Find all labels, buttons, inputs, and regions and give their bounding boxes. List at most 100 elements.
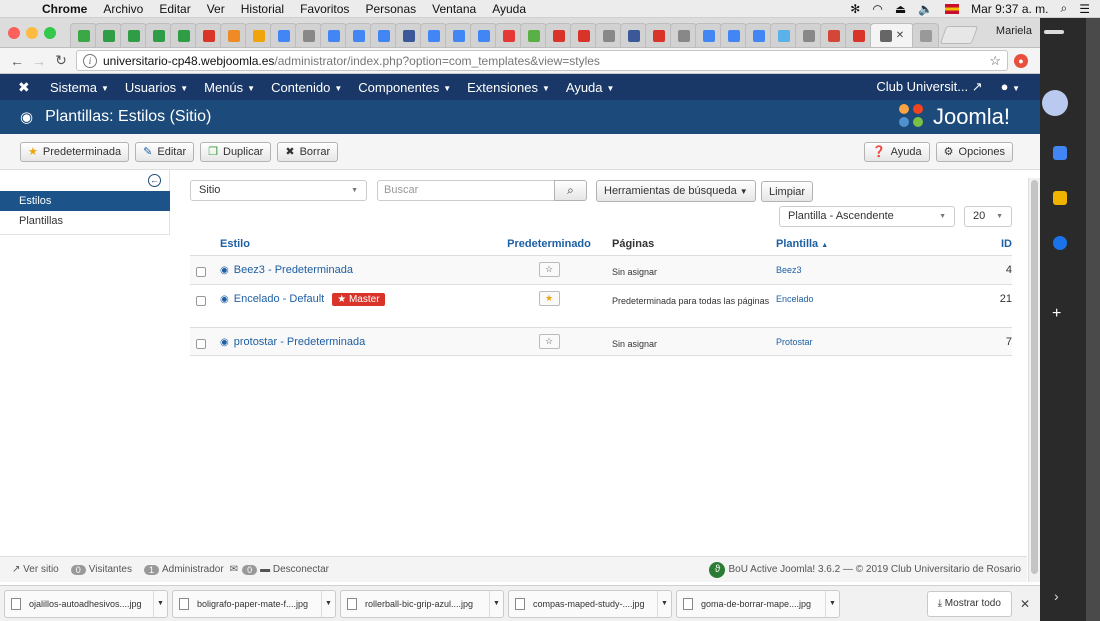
menu-archivo[interactable]: Archivo	[103, 2, 143, 16]
set-default-star-icon[interactable]: ☆	[538, 262, 560, 277]
browser-tab[interactable]	[120, 23, 147, 47]
bookmark-star-icon[interactable]: ☆	[989, 53, 1001, 69]
menu-favoritos[interactable]: Favoritos	[300, 2, 349, 16]
row-checkbox[interactable]	[196, 339, 206, 349]
menu-ventana[interactable]: Ventana	[432, 2, 476, 16]
help-button[interactable]: ❓ Ayuda	[863, 141, 930, 162]
browser-tab[interactable]	[420, 23, 447, 47]
menu-personas[interactable]: Personas	[365, 2, 416, 16]
duplicate-button[interactable]: ❐ Duplicar	[200, 141, 272, 162]
delete-button[interactable]: ✖ Borrar	[277, 141, 339, 162]
browser-tab[interactable]	[320, 23, 347, 47]
browser-tab[interactable]	[295, 23, 322, 47]
menu-sistema[interactable]: Sistema ▼	[50, 80, 109, 95]
col-id[interactable]: ID	[982, 238, 1012, 250]
app-menu[interactable]: Chrome	[42, 2, 87, 16]
browser-tab[interactable]	[695, 23, 722, 47]
options-button[interactable]: ⚙ Opciones	[935, 141, 1013, 162]
logout-link[interactable]: ▬ Desconectar	[260, 564, 329, 575]
style-link[interactable]: protostar - Predeterminada	[234, 336, 365, 348]
avatar[interactable]	[1042, 90, 1068, 116]
client-select[interactable]: Sitio ▼	[190, 180, 367, 201]
flag-icon[interactable]	[945, 3, 960, 14]
download-item[interactable]: ojalillos-autoadhesivos....jpg ▼	[4, 589, 168, 618]
browser-tab[interactable]	[70, 23, 97, 47]
tab-scales[interactable]	[912, 23, 939, 47]
search-input[interactable]: Buscar	[377, 180, 555, 201]
new-tab-button[interactable]	[939, 26, 979, 44]
chevron-down-icon[interactable]: ▼	[153, 590, 167, 617]
browser-tab[interactable]	[495, 23, 522, 47]
notifications-icon[interactable]: ☰	[1079, 2, 1090, 16]
close-downloads-icon[interactable]: ✕	[1020, 597, 1030, 611]
browser-tab[interactable]	[445, 23, 472, 47]
browser-tab[interactable]	[245, 23, 272, 47]
col-style[interactable]: Estilo	[220, 238, 486, 250]
limit-select[interactable]: 20 ▼	[964, 206, 1012, 227]
template-link[interactable]: Encelado	[776, 285, 982, 304]
menu-contenido[interactable]: Contenido ▼	[271, 80, 342, 95]
back-icon[interactable]: ←	[6, 53, 28, 69]
user-menu[interactable]: ● ▼	[1001, 79, 1020, 95]
template-link[interactable]: Beez3	[776, 256, 982, 275]
chevron-down-icon[interactable]: ▼	[321, 590, 335, 617]
browser-tab[interactable]	[545, 23, 572, 47]
row-checkbox[interactable]	[196, 267, 206, 277]
row-checkbox[interactable]	[196, 296, 206, 306]
browser-tab[interactable]	[845, 23, 872, 47]
clock[interactable]: Mar 9:37 a. m.	[971, 2, 1048, 16]
set-default-star-icon[interactable]: ☆	[538, 334, 560, 349]
browser-tab[interactable]	[745, 23, 772, 47]
template-link[interactable]: Protostar	[776, 328, 982, 347]
site-link[interactable]: Club Universit... ↗	[876, 79, 982, 95]
url-input[interactable]: i universitario-cp48.webjoomla.es /admin…	[76, 50, 1008, 71]
browser-tab[interactable]	[470, 23, 497, 47]
close-tab-icon[interactable]: ✕	[896, 30, 904, 41]
browser-tab[interactable]	[770, 23, 797, 47]
browser-tab[interactable]	[620, 23, 647, 47]
browser-tab[interactable]	[395, 23, 422, 47]
col-default[interactable]: Predeterminado	[486, 238, 612, 250]
browser-tab[interactable]	[370, 23, 397, 47]
download-item[interactable]: compas-maped-study-....jpg ▼	[508, 589, 672, 618]
sidebar-toggle-icon[interactable]: ←	[148, 174, 161, 187]
style-link[interactable]: Enceladо - Default	[234, 293, 325, 305]
browser-tab[interactable]	[95, 23, 122, 47]
eject-icon[interactable]: ⏏	[895, 2, 906, 16]
download-item[interactable]: goma-de-borrar-mape....jpg ▼	[676, 589, 840, 618]
page-scrollbar[interactable]	[1028, 178, 1040, 582]
browser-tab[interactable]	[520, 23, 547, 47]
menu-ayuda[interactable]: Ayuda	[492, 2, 526, 16]
tasks-icon[interactable]	[1053, 236, 1067, 250]
browser-tab[interactable]	[720, 23, 747, 47]
chevron-down-icon[interactable]: ▼	[489, 590, 503, 617]
default-button[interactable]: ★ Predeterminada	[20, 141, 130, 162]
maximize-window-button[interactable]	[44, 27, 56, 39]
search-tools-button[interactable]: Herramientas de búsqueda ▼	[596, 180, 756, 202]
browser-tab[interactable]	[270, 23, 297, 47]
download-item[interactable]: boligrafo-paper-mate-f....jpg ▼	[172, 589, 336, 618]
menu-componentes[interactable]: Componentes ▼	[358, 80, 451, 95]
menu-ayuda-admin[interactable]: Ayuda ▼	[566, 80, 615, 95]
volume-icon[interactable]: 🔈	[918, 2, 933, 16]
joomla-logo-icon[interactable]: ✖	[18, 79, 36, 96]
browser-tab[interactable]	[570, 23, 597, 47]
browser-tab[interactable]	[795, 23, 822, 47]
search-button[interactable]: ⌕	[554, 180, 587, 201]
browser-tab[interactable]	[595, 23, 622, 47]
menu-extensiones[interactable]: Extensiones ▼	[467, 80, 550, 95]
add-icon[interactable]: +	[1052, 305, 1061, 323]
chevron-right-icon[interactable]: ›	[1054, 588, 1059, 604]
browser-tab[interactable]	[220, 23, 247, 47]
bluetooth-icon[interactable]: ✻	[850, 2, 860, 16]
edit-button[interactable]: ✎ Editar	[135, 141, 195, 162]
chevron-down-icon[interactable]: ▼	[825, 590, 839, 617]
browser-tab[interactable]	[195, 23, 222, 47]
envelope-icon[interactable]: ✉	[230, 564, 238, 575]
download-item[interactable]: rollerball-bic-grip-azul....jpg ▼	[340, 589, 504, 618]
chevron-down-icon[interactable]: ▼	[657, 590, 671, 617]
menu-usuarios[interactable]: Usuarios ▼	[125, 80, 188, 95]
sidebar-item-estilos[interactable]: Estilos	[0, 191, 170, 211]
reload-icon[interactable]: ↻	[50, 52, 72, 69]
browser-tab[interactable]	[645, 23, 672, 47]
